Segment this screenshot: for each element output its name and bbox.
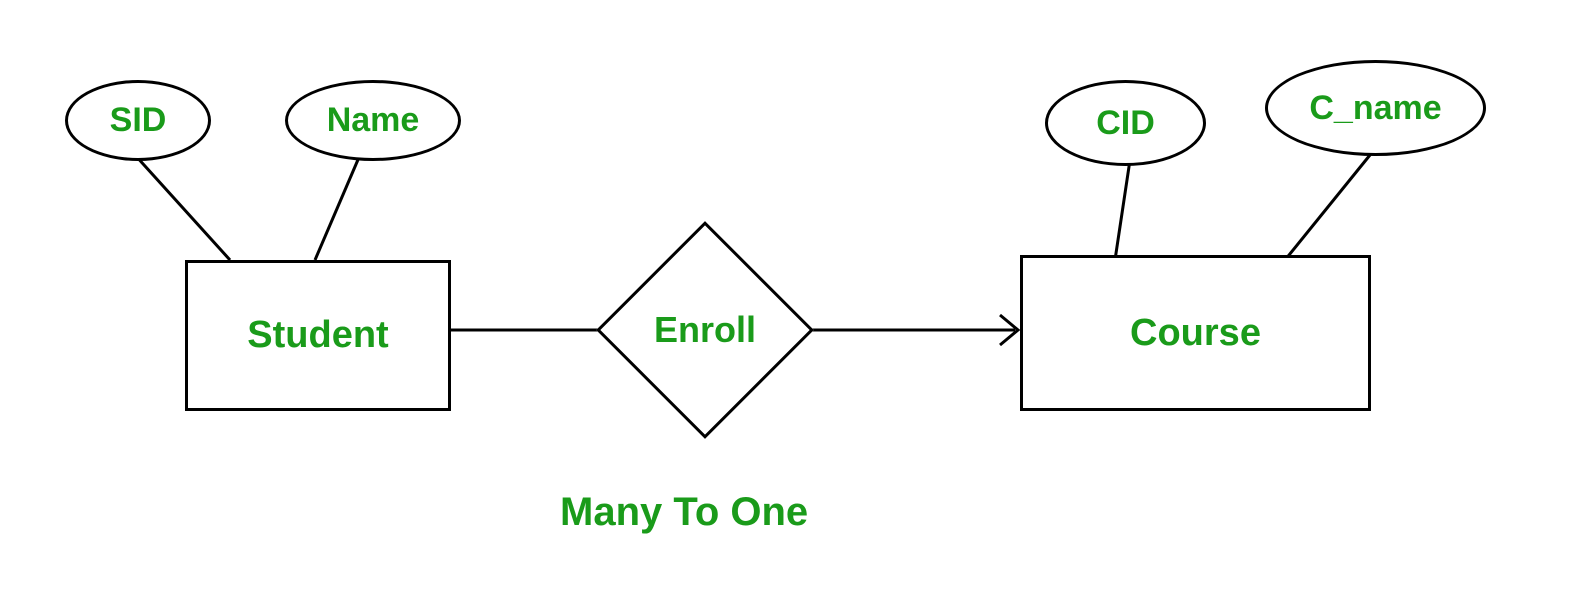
er-diagram-canvas: SID Name CID C_name Student Course Enrol… <box>0 0 1594 613</box>
entity-course: Course <box>1020 255 1371 411</box>
entity-student: Student <box>185 260 451 411</box>
attribute-cid-label: CID <box>1096 104 1155 143</box>
relationship-enroll-label: Enroll <box>654 309 756 351</box>
entity-course-label: Course <box>1130 312 1261 355</box>
entity-student-label: Student <box>247 314 388 357</box>
attribute-cname-label: C_name <box>1309 89 1441 128</box>
attribute-name-label: Name <box>327 101 420 140</box>
attribute-name: Name <box>285 80 461 161</box>
relationship-enroll: Enroll <box>600 225 810 435</box>
attribute-sid: SID <box>65 80 211 161</box>
attribute-sid-label: SID <box>110 101 167 140</box>
diagram-caption: Many To One <box>560 490 808 535</box>
attribute-cname: C_name <box>1265 60 1486 156</box>
attribute-cid: CID <box>1045 80 1206 166</box>
